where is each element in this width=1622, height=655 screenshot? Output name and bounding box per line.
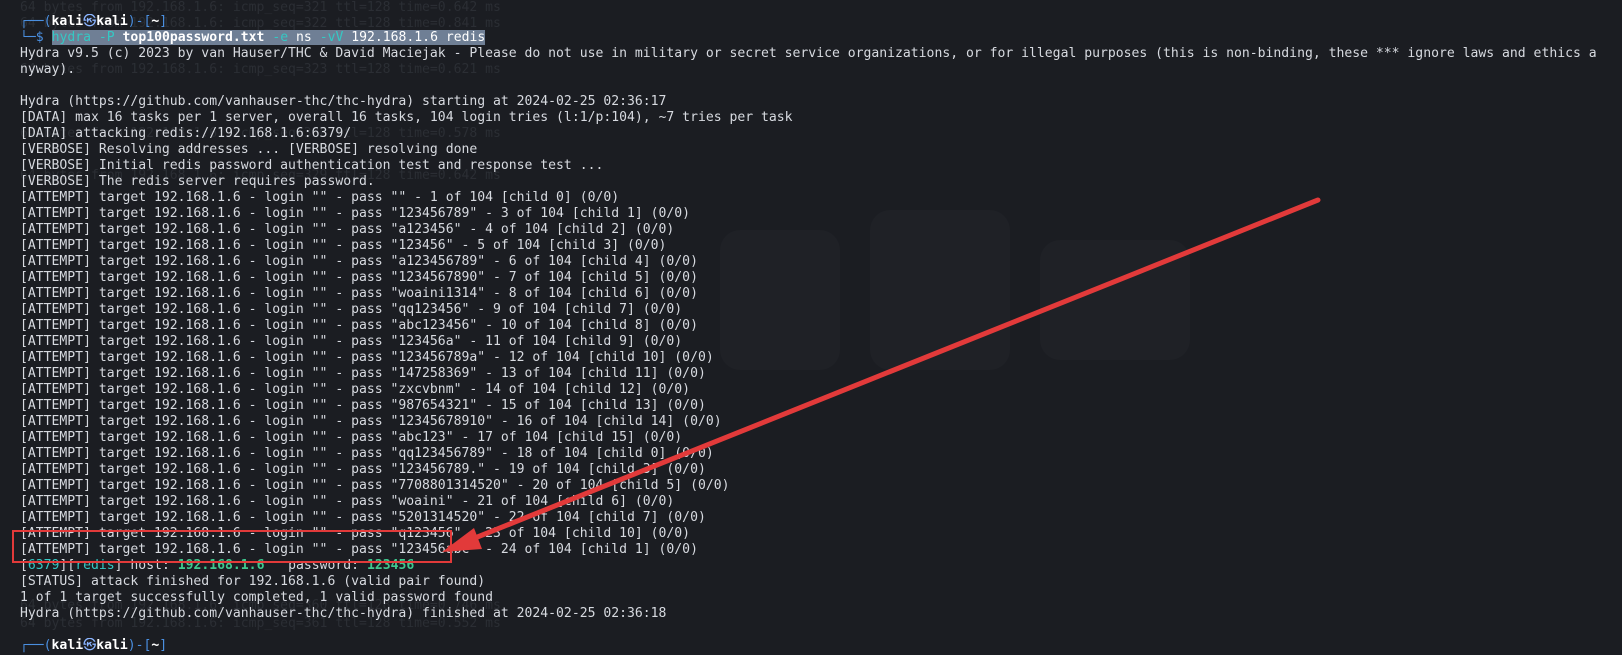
output-line: [VERBOSE] The redis server requires pass… (20, 174, 375, 189)
prompt-bracket: ] (159, 638, 168, 653)
output-line: [VERBOSE] Resolving addresses ... [VERBO… (20, 142, 478, 157)
output-line: 1 of 1 target successfully completed, 1 … (20, 590, 493, 605)
prompt-host: kali (96, 638, 128, 653)
attempt-line: [ATTEMPT] target 192.168.1.6 - login "" … (20, 446, 714, 461)
attempt-line: [ATTEMPT] target 192.168.1.6 - login "" … (20, 270, 698, 285)
prompt-skull-icon: ㉿ (83, 14, 97, 29)
prompt-corner: └─ (20, 30, 36, 45)
attempt-line: [ATTEMPT] target 192.168.1.6 - login "" … (20, 318, 698, 333)
prompt-top-line: ┌──(kali㉿kali)-[~] (20, 638, 1622, 654)
output-line: nyway). (20, 62, 76, 77)
command-wordlist: top100password.txt (122, 30, 265, 45)
attempt-line: [ATTEMPT] target 192.168.1.6 - login "" … (20, 366, 706, 381)
output-line: [DATA] max 16 tasks per 1 server, overal… (20, 110, 793, 125)
prompt-dollar: $ (35, 30, 44, 45)
terminal-window[interactable]: 64 bytes from 192.168.1.6: icmp_seq=321 … (0, 0, 1622, 655)
prompt-host: kali (96, 14, 128, 29)
attempt-line: [ATTEMPT] target 192.168.1.6 - login "" … (20, 286, 698, 301)
attempt-line: [ATTEMPT] target 192.168.1.6 - login "" … (20, 414, 722, 429)
command-arg: ns (296, 30, 312, 45)
attempt-line: [ATTEMPT] target 192.168.1.6 - login "" … (20, 462, 706, 477)
command-program: hydra (51, 30, 91, 45)
attempt-line: [ATTEMPT] target 192.168.1.6 - login "" … (20, 190, 620, 205)
output-line: [VERBOSE] Initial redis password authent… (20, 158, 604, 173)
attempt-line: [ATTEMPT] target 192.168.1.6 - login "" … (20, 302, 683, 317)
prompt-corner: ┌──( (20, 14, 52, 29)
command-line[interactable]: └─$ hydra -P top100password.txt -e ns -v… (20, 30, 1622, 46)
attempt-line: [ATTEMPT] target 192.168.1.6 - login "" … (20, 430, 683, 445)
output-line: Hydra (https://github.com/vanhauser-thc/… (20, 94, 667, 109)
prompt-skull-icon: ㉿ (83, 638, 97, 653)
attempt-line: [ATTEMPT] target 192.168.1.6 - login "" … (20, 478, 730, 493)
attempt-line: [ATTEMPT] target 192.168.1.6 - login "" … (20, 206, 691, 221)
command-target: 192.168.1.6 (351, 30, 438, 45)
prompt-bracket: )-[ (127, 638, 152, 653)
command-flag: -vV (319, 30, 344, 45)
attempt-line: [ATTEMPT] target 192.168.1.6 - login "" … (20, 334, 683, 349)
attempt-line: [ATTEMPT] target 192.168.1.6 - login "" … (20, 510, 706, 525)
attempt-line: [ATTEMPT] target 192.168.1.6 - login "" … (20, 238, 667, 253)
attempt-line: [ATTEMPT] target 192.168.1.6 - login "" … (20, 382, 691, 397)
prompt-top-line: ┌──(kali㉿kali)-[~] (20, 14, 1622, 30)
output-line: [STATUS] attack finished for 192.168.1.6… (20, 574, 486, 589)
prompt-corner: ┌──( (20, 638, 52, 653)
result-highlight-box (12, 530, 452, 563)
output-line: Hydra (https://github.com/vanhauser-thc/… (20, 606, 667, 621)
command-flag: -e (272, 30, 289, 45)
command-service: redis (445, 30, 486, 45)
attempt-line: [ATTEMPT] target 192.168.1.6 - login "" … (20, 222, 675, 237)
attempt-line: [ATTEMPT] target 192.168.1.6 - login "" … (20, 350, 714, 365)
command-flag: -P (98, 30, 115, 45)
attempt-line: [ATTEMPT] target 192.168.1.6 - login "" … (20, 254, 698, 269)
attempt-line: [ATTEMPT] target 192.168.1.6 - login "" … (20, 398, 706, 413)
prompt-user: kali (51, 14, 84, 29)
selected-command[interactable]: hydra -P top100password.txt -e ns -vV 19… (51, 30, 486, 45)
output-line: [DATA] attacking redis://192.168.1.6:637… (20, 126, 352, 141)
prompt-bracket: )-[ (127, 14, 152, 29)
attempt-line: [ATTEMPT] target 192.168.1.6 - login "" … (20, 494, 675, 509)
prompt-user: kali (51, 638, 84, 653)
output-line: Hydra v9.5 (c) 2023 by van Hauser/THC & … (20, 46, 1597, 61)
prompt-bracket: ] (159, 14, 168, 29)
